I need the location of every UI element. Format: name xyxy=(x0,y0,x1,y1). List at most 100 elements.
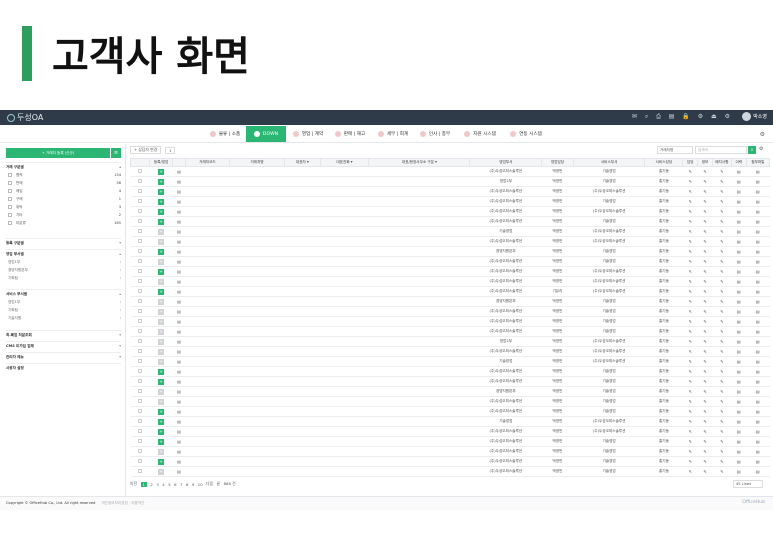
memo-icon[interactable]: ▤ xyxy=(177,369,181,374)
pager-last[interactable]: 끝 xyxy=(217,481,221,487)
history-cell[interactable]: ▤ xyxy=(731,206,747,217)
edit-icon[interactable]: ✎ xyxy=(689,259,692,264)
edit-icon[interactable]: ✎ xyxy=(689,209,692,214)
client-name[interactable] xyxy=(229,166,285,177)
checkbox[interactable] xyxy=(137,439,142,443)
row-select[interactable] xyxy=(130,346,150,357)
closure-cell[interactable]: ✎ xyxy=(712,366,732,377)
table-row[interactable]: + ▤ (주)두성오피스솔루션 박영민 기술영업 홍기동 ✎ ✎ ✎ ▤ ▤ xyxy=(130,166,770,177)
checkbox[interactable] xyxy=(137,319,142,323)
client-name[interactable] xyxy=(229,426,285,437)
plus-icon[interactable]: + xyxy=(158,468,165,475)
history-cell[interactable]: ▤ xyxy=(731,466,747,477)
edit-icon[interactable]: ✎ xyxy=(689,169,692,174)
list-icon[interactable]: ▤ xyxy=(737,379,741,384)
attachment-icon[interactable]: ▤ xyxy=(756,209,760,214)
list-icon[interactable]: ▤ xyxy=(737,319,741,324)
edit-icon[interactable]: ✎ xyxy=(720,259,723,264)
page-number[interactable]: 5 xyxy=(168,482,170,487)
history-cell[interactable]: ▤ xyxy=(731,176,747,187)
row-select[interactable] xyxy=(130,236,150,247)
attachment-cell[interactable]: ▤ xyxy=(746,466,770,477)
memo-cell[interactable]: ▤ xyxy=(172,226,186,237)
client-name[interactable] xyxy=(229,346,285,357)
filter-item[interactable]: 미분류 165 xyxy=(6,219,121,227)
client-name[interactable] xyxy=(229,286,285,297)
attachment-icon[interactable]: ▤ xyxy=(756,439,760,444)
status-cell[interactable]: + xyxy=(149,336,173,347)
closure-cell[interactable]: ✎ xyxy=(712,176,732,187)
column-header[interactable] xyxy=(172,158,186,167)
row-select[interactable] xyxy=(130,166,150,177)
change-rep-button[interactable]: + 상담자 변경 xyxy=(130,146,162,154)
closure-cell[interactable]: ✎ xyxy=(712,166,732,177)
attachment-cell[interactable]: ▤ xyxy=(746,276,770,287)
register-client-button[interactable]: + 거래처 등록 (신규) xyxy=(6,148,110,158)
edit-icon[interactable]: ✎ xyxy=(703,439,706,444)
history-cell[interactable]: ▤ xyxy=(731,426,747,437)
page-number[interactable]: 1 xyxy=(140,481,147,487)
table-row[interactable]: + ▤ (주)두성오피스솔루션 박영민 기술영업 홍기동 ✎ ✎ ✎ ▤ ▤ xyxy=(130,406,770,417)
plus-icon[interactable]: + xyxy=(158,328,165,335)
edit-icon[interactable]: ✎ xyxy=(689,239,692,244)
info-cell[interactable]: ✎ xyxy=(697,276,713,287)
attachment-cell[interactable]: ▤ xyxy=(746,206,770,217)
edit-icon[interactable]: ✎ xyxy=(703,369,706,374)
attachment-icon[interactable]: ▤ xyxy=(756,349,760,354)
info-cell[interactable]: ✎ xyxy=(697,186,713,197)
edit-icon[interactable]: ✎ xyxy=(689,409,692,414)
closure-cell[interactable]: ✎ xyxy=(712,346,732,357)
memo-icon[interactable]: ▤ xyxy=(177,339,181,344)
pager-next[interactable]: 다음 xyxy=(206,481,213,487)
info-cell[interactable]: ✎ xyxy=(697,436,713,447)
client-name[interactable] xyxy=(229,266,285,277)
edit-icon[interactable]: ✎ xyxy=(703,209,706,214)
history-cell[interactable]: ▤ xyxy=(731,336,747,347)
status-cell[interactable]: + xyxy=(149,376,173,387)
memo-cell[interactable]: ▤ xyxy=(172,236,186,247)
edit-icon[interactable]: ✎ xyxy=(703,299,706,304)
edit-icon[interactable]: ✎ xyxy=(703,239,706,244)
status-cell[interactable]: + xyxy=(149,286,173,297)
row-select[interactable] xyxy=(130,386,150,397)
memo-icon[interactable]: ▤ xyxy=(177,439,181,444)
info-cell[interactable]: ✎ xyxy=(697,196,713,207)
edit-icon[interactable]: ✎ xyxy=(720,389,723,394)
list-icon[interactable]: ▤ xyxy=(737,299,741,304)
edit-icon[interactable]: ✎ xyxy=(703,199,706,204)
memo-cell[interactable]: ▤ xyxy=(172,316,186,327)
history-cell[interactable]: ▤ xyxy=(731,216,747,227)
table-row[interactable]: + ▤ (주)두성오피스솔루션 박영민 (주)두성오피스솔루션 홍기동 ✎ ✎ ✎ ▤ ▤ xyxy=(130,186,770,197)
edit-icon[interactable]: ✎ xyxy=(703,289,706,294)
memo-cell[interactable]: ▤ xyxy=(172,246,186,257)
plus-icon[interactable]: + xyxy=(158,418,165,425)
status-cell[interactable]: + xyxy=(149,436,173,447)
memo-icon[interactable]: ▤ xyxy=(177,169,181,174)
memo-cell[interactable]: ▤ xyxy=(172,466,186,477)
edit-icon[interactable]: ✎ xyxy=(689,439,692,444)
checkbox[interactable] xyxy=(137,359,142,363)
memo-cell[interactable]: ▤ xyxy=(172,456,186,467)
column-header[interactable]: 폐지사항 xyxy=(711,158,732,167)
list-icon[interactable]: ▤ xyxy=(737,199,741,204)
assign-cell[interactable]: ✎ xyxy=(682,446,698,457)
attachment-icon[interactable]: ▤ xyxy=(756,309,760,314)
memo-icon[interactable]: ▤ xyxy=(177,239,181,244)
closure-cell[interactable]: ✎ xyxy=(712,376,732,387)
info-cell[interactable]: ✎ xyxy=(697,256,713,267)
edit-icon[interactable]: ✎ xyxy=(689,459,692,464)
closure-cell[interactable]: ✎ xyxy=(712,436,732,447)
plus-icon[interactable]: + xyxy=(158,348,165,355)
assign-cell[interactable]: ✎ xyxy=(682,226,698,237)
memo-icon[interactable]: ▤ xyxy=(177,249,181,254)
assign-cell[interactable]: ✎ xyxy=(682,286,698,297)
list-icon[interactable]: ▤ xyxy=(737,369,741,374)
client-name[interactable] xyxy=(229,446,285,457)
closure-cell[interactable]: ✎ xyxy=(712,206,732,217)
table-row[interactable]: + ▤ (주)두성오피스솔루션 박영민 기술영업 홍기동 ✎ ✎ ✎ ▤ ▤ xyxy=(130,366,770,377)
client-name[interactable] xyxy=(229,186,285,197)
edit-icon[interactable]: ✎ xyxy=(703,279,706,284)
memo-icon[interactable]: ▤ xyxy=(177,179,181,184)
column-header[interactable] xyxy=(130,158,150,167)
memo-cell[interactable]: ▤ xyxy=(172,376,186,387)
